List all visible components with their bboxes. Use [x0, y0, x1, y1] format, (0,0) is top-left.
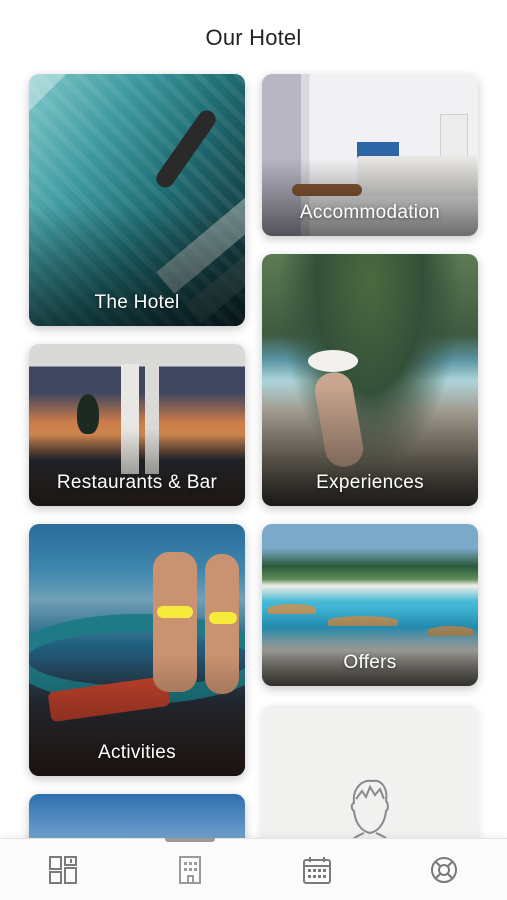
tab-calendar[interactable] — [282, 839, 352, 900]
card-shade — [262, 608, 478, 686]
card-restaurants-bar[interactable]: Restaurants & Bar — [29, 344, 245, 506]
building-icon — [179, 855, 202, 884]
dashboard-icon — [49, 855, 78, 884]
swimwear-shape — [209, 612, 237, 624]
person-head-icon — [349, 779, 391, 845]
bottom-tab-bar — [0, 837, 507, 900]
tab-help[interactable] — [409, 839, 479, 900]
card-label: Experiences — [316, 472, 424, 493]
hat-shape — [308, 350, 358, 372]
card-label: Restaurants & Bar — [56, 472, 218, 493]
card-activities[interactable]: Activities — [29, 524, 245, 776]
card-label: Accommodation — [299, 202, 441, 223]
swimwear-shape — [157, 606, 193, 618]
calendar-icon — [302, 856, 331, 884]
page-title: Our Hotel — [205, 25, 302, 50]
card-label: Offers — [343, 652, 397, 673]
card-accommodation[interactable]: Accommodation — [262, 74, 478, 236]
card-offers[interactable]: Offers — [262, 524, 478, 686]
card-experiences[interactable]: Experiences — [262, 254, 478, 506]
lifebuoy-icon — [430, 856, 457, 883]
card-shade — [262, 158, 478, 236]
card-the-hotel[interactable]: The Hotel — [29, 74, 245, 326]
card-shade — [29, 428, 245, 506]
tab-hotel[interactable] — [155, 837, 225, 900]
card-label: The Hotel — [94, 292, 180, 313]
card-label: Activities — [98, 742, 176, 763]
header: Our Hotel — [0, 0, 507, 74]
tab-dashboard[interactable] — [28, 839, 98, 900]
